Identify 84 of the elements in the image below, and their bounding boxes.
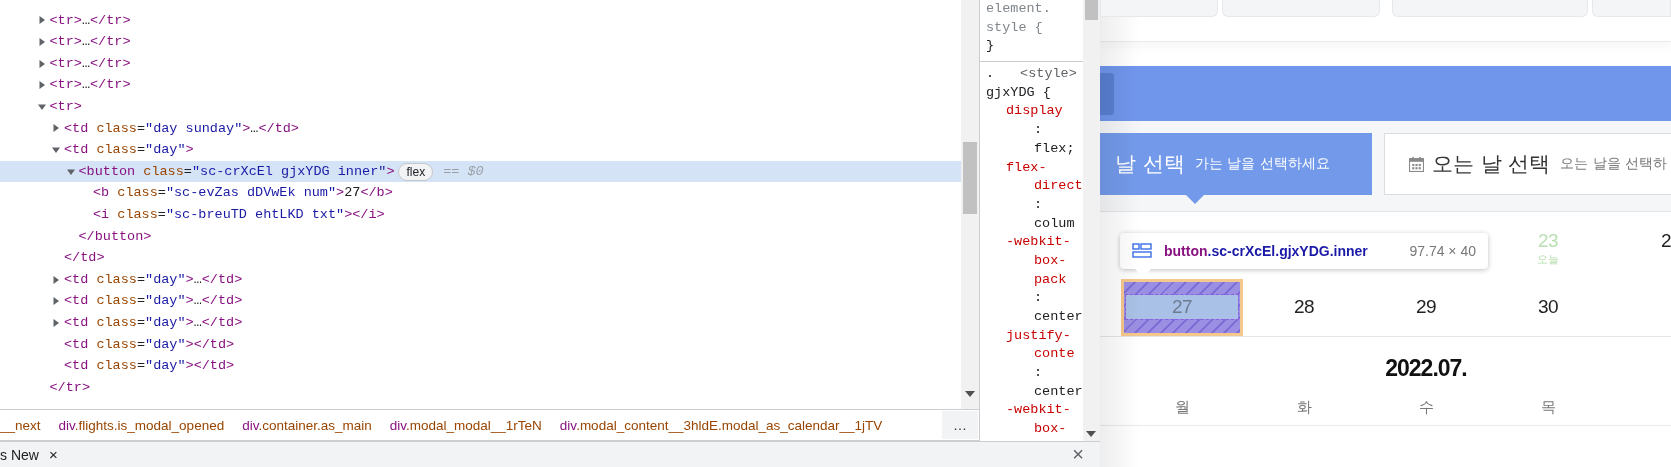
style-text: center bbox=[1033, 382, 1083, 401]
dom-node[interactable]: <tr>…</tr> bbox=[0, 31, 961, 53]
toggle-icon[interactable] bbox=[37, 102, 46, 111]
style-text: pack bbox=[1033, 270, 1068, 289]
source-link[interactable]: <style> bbox=[1020, 65, 1077, 84]
breadcrumb-item[interactable]: div.flights.is_modal_opened bbox=[58, 417, 225, 433]
style-text: box- bbox=[1033, 251, 1068, 270]
flex-badge[interactable]: flex bbox=[398, 162, 434, 181]
style-text: : bbox=[1033, 289, 1044, 308]
style-text: -webkit- bbox=[1005, 233, 1072, 252]
style-text: justify- bbox=[1005, 326, 1072, 345]
style-text: direct bbox=[1033, 177, 1083, 196]
dom-node[interactable]: <tr>…</tr> bbox=[0, 74, 961, 96]
breadcrumb-item[interactable]: div.modal_modal__1rTeN bbox=[389, 417, 542, 433]
month-title: 2022.07. bbox=[1384, 354, 1468, 383]
tab-pointer bbox=[1185, 194, 1205, 204]
style-text: flex- bbox=[1005, 158, 1048, 177]
dom-node[interactable]: <td class="day"></td> bbox=[0, 355, 961, 377]
dom-node[interactable]: </td> bbox=[0, 247, 961, 269]
style-text: } bbox=[986, 37, 996, 56]
dom-node[interactable]: <td class="day sunday">…</td> bbox=[0, 117, 961, 140]
style-text: display bbox=[1005, 102, 1064, 121]
toggle-icon[interactable] bbox=[66, 167, 75, 176]
scrollbar[interactable] bbox=[961, 0, 979, 410]
style-text: : bbox=[1033, 195, 1044, 214]
style-text: : bbox=[1033, 121, 1044, 140]
toggle-icon[interactable] bbox=[37, 81, 46, 90]
weekday-label: 월 bbox=[1173, 397, 1191, 417]
dom-node[interactable]: <td class="day">…</td> bbox=[0, 290, 961, 312]
day-button[interactable]: 28 bbox=[1293, 296, 1315, 318]
weekday-label: 화 bbox=[1295, 397, 1313, 417]
toggle-icon[interactable] bbox=[37, 38, 46, 46]
style-text: . bbox=[986, 65, 995, 84]
style-text: conte bbox=[1033, 345, 1076, 364]
style-text: -webkit- bbox=[1005, 401, 1072, 420]
toggle-icon[interactable] bbox=[37, 16, 46, 25]
style-text: center bbox=[1033, 308, 1083, 326]
style-text: : bbox=[1033, 364, 1044, 383]
scrollbar[interactable] bbox=[1083, 0, 1100, 441]
breadcrumb-item[interactable]: div.container.as_main bbox=[242, 417, 372, 433]
more-button[interactable]: … bbox=[942, 411, 978, 440]
scroll-down-icon[interactable] bbox=[1086, 431, 1096, 437]
scrollbar-thumb[interactable] bbox=[963, 142, 977, 214]
dom-node[interactable]: <tr>…</tr> bbox=[0, 52, 961, 75]
toggle-icon[interactable] bbox=[52, 124, 60, 133]
dom-node[interactable]: </button> bbox=[0, 225, 961, 248]
day-button[interactable]: 30 bbox=[1537, 296, 1559, 318]
style-text: gjxYDG { bbox=[986, 83, 1052, 102]
drawer-tab[interactable]: s New bbox=[0, 446, 39, 463]
dom-node[interactable]: <td class="day">…</td> bbox=[0, 268, 961, 291]
style-text: flex; bbox=[1033, 139, 1076, 158]
style-text: colum bbox=[1033, 214, 1076, 233]
breadcrumb-item[interactable]: __next bbox=[0, 417, 41, 433]
day-button[interactable]: 29 bbox=[1415, 296, 1437, 318]
weekday-label: 목 bbox=[1539, 397, 1557, 417]
date-tab[interactable]: 오는 날 선택 오는 날을 선택하 bbox=[1384, 133, 1671, 195]
scrollbar-thumb[interactable] bbox=[1085, 0, 1098, 20]
dom-node[interactable]: <b class="sc-evZas dDVwEk num">27</b> bbox=[0, 182, 961, 204]
toggle-icon[interactable] bbox=[52, 297, 60, 306]
toggle-icon[interactable] bbox=[52, 318, 60, 327]
close-tab-button[interactable]: × bbox=[42, 446, 64, 463]
toggle-icon[interactable] bbox=[52, 145, 60, 154]
breadcrumb-item[interactable]: div.modal_content__3hldE.modal_as_calendar__1jTV bbox=[559, 417, 883, 433]
console-reference: == $0 bbox=[443, 162, 484, 181]
style-text: style { bbox=[986, 18, 1044, 37]
element-selector: button.sc-crXcEl.gjxYDG.inner bbox=[1164, 243, 1368, 259]
dom-node[interactable]: <button class="sc-crXcEl gjxYDG inner"> flex == $0 bbox=[0, 160, 961, 183]
dom-node[interactable]: <td class="day"> bbox=[0, 139, 961, 161]
close-drawer-button[interactable]: × bbox=[1066, 443, 1090, 466]
dom-node[interactable]: <td class="day">…</td> bbox=[0, 311, 961, 334]
dom-node[interactable]: <td class="day"></td> bbox=[0, 333, 961, 356]
scroll-down-icon[interactable] bbox=[965, 391, 975, 398]
flex-layout-icon bbox=[1132, 243, 1152, 259]
element-size: 97.74 × 40 bbox=[1409, 243, 1476, 259]
style-text: box- bbox=[1033, 420, 1068, 439]
day-button[interactable]: 2 bbox=[1661, 230, 1671, 252]
toggle-icon[interactable] bbox=[52, 275, 60, 284]
style-text: element. bbox=[986, 0, 1052, 18]
dom-node[interactable]: <tr>…</tr> bbox=[0, 9, 961, 32]
dom-node[interactable]: <tr> bbox=[0, 95, 961, 118]
dom-node[interactable]: </tr> bbox=[0, 376, 961, 399]
weekday-label: 수 bbox=[1417, 397, 1435, 417]
dom-node[interactable]: <i class="sc-breuTD ehtLKD txt"></i> bbox=[0, 203, 961, 226]
toggle-icon[interactable] bbox=[37, 59, 46, 68]
